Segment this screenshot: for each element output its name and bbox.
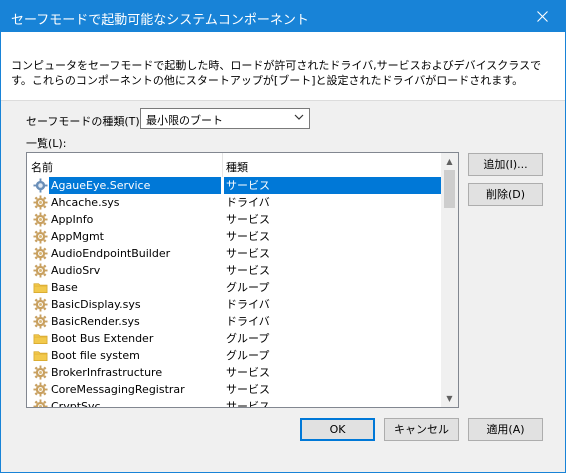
cancel-button[interactable]: キャンセル — [384, 418, 459, 441]
list-label: 一覧(L): — [26, 137, 67, 150]
component-type: サービス — [226, 400, 270, 407]
component-type: グループ — [226, 349, 270, 362]
folder-icon — [33, 280, 48, 295]
component-type: ドライバ — [226, 196, 270, 209]
component-type: サービス — [226, 366, 270, 379]
list-item[interactable]: Ahcache.sys ドライバ — [27, 194, 443, 211]
component-name: Base — [51, 281, 78, 294]
safe-mode-type-label: セーフモードの種類(T): — [26, 115, 144, 128]
component-listview[interactable]: 名前 種類 AgaueEye.Service サービス Ahcache.sys ドライ… — [26, 152, 459, 408]
component-name: AppInfo — [51, 213, 94, 226]
component-name: AgaueEye.Service — [49, 177, 221, 194]
folder-icon — [33, 331, 48, 346]
gear-icon — [33, 229, 48, 244]
list-item[interactable]: CoreMessagingRegistrar サービス — [27, 381, 443, 398]
scroll-down-arrow-icon[interactable]: ▼ — [441, 390, 458, 407]
list-item[interactable]: CryptSvc サービス — [27, 398, 443, 407]
component-type: サービス — [226, 383, 270, 396]
list-item[interactable]: BasicRender.sys ドライバ — [27, 313, 443, 330]
scroll-up-arrow-icon[interactable]: ▲ — [441, 153, 458, 170]
component-name: Boot file system — [51, 349, 140, 362]
close-button[interactable] — [519, 1, 565, 32]
scroll-thumb[interactable] — [444, 170, 455, 208]
component-name: BasicRender.sys — [51, 315, 140, 328]
component-name: BrokerInfrastructure — [51, 366, 163, 379]
gear-icon — [33, 314, 48, 329]
list-item[interactable]: Boot Bus Extender グループ — [27, 330, 443, 347]
folder-icon — [33, 348, 48, 363]
component-name: Ahcache.sys — [51, 196, 120, 209]
list-item[interactable]: BrokerInfrastructure サービス — [27, 364, 443, 381]
vertical-scrollbar[interactable]: ▲ ▼ — [441, 153, 458, 407]
component-type: サービス — [226, 213, 270, 226]
list-item[interactable]: AudioEndpointBuilder サービス — [27, 245, 443, 262]
description-text: コンピュータをセーフモードで起動した時、ロードが許可されたドライバ,サービスおよ… — [11, 59, 542, 87]
component-name: CoreMessagingRegistrar — [51, 383, 185, 396]
component-type: ドライバ — [226, 298, 270, 311]
list-item[interactable]: AppMgmt サービス — [27, 228, 443, 245]
column-header-type[interactable]: 種類 — [226, 159, 248, 175]
component-type: サービス — [226, 247, 270, 260]
component-name: BasicDisplay.sys — [51, 298, 141, 311]
component-name: CryptSvc — [51, 400, 101, 407]
list-item[interactable]: BasicDisplay.sys ドライバ — [27, 296, 443, 313]
component-name: AppMgmt — [51, 230, 104, 243]
close-icon — [536, 11, 548, 22]
component-type: グループ — [226, 332, 270, 345]
list-item[interactable]: Boot file system グループ — [27, 347, 443, 364]
dialog-window: セーフモードで起動可能なシステムコンポーネント コンピュータをセーフモードで起動… — [0, 0, 566, 473]
component-type: サービス — [226, 230, 270, 243]
list-item[interactable]: AudioSrv サービス — [27, 262, 443, 279]
gear-icon — [33, 365, 48, 380]
component-name: Boot Bus Extender — [51, 332, 154, 345]
gear-icon — [33, 195, 48, 210]
title-bar[interactable]: セーフモードで起動可能なシステムコンポーネント — [1, 1, 565, 32]
separator — [1, 100, 565, 101]
window-title: セーフモードで起動可能なシステムコンポーネント — [11, 13, 309, 28]
gear-icon — [33, 246, 48, 261]
chevron-down-icon — [294, 112, 304, 125]
safe-mode-type-dropdown[interactable]: 最小限のブート — [140, 108, 310, 129]
gear-icon — [33, 212, 48, 227]
list-rows: AgaueEye.Service サービス Ahcache.sys ドライバ AppIn… — [27, 177, 443, 407]
gear-icon — [33, 263, 48, 278]
component-type: サービス — [226, 264, 270, 277]
gear-icon — [33, 399, 48, 407]
gear-icon — [33, 382, 48, 397]
apply-button[interactable]: 適用(A) — [468, 418, 543, 441]
delete-button[interactable]: 削除(D) — [468, 183, 543, 206]
add-button[interactable]: 追加(I)... — [468, 153, 543, 176]
dropdown-value: 最小限のブート — [146, 114, 223, 127]
component-type: サービス — [224, 177, 443, 194]
column-header-name[interactable]: 名前 — [31, 159, 53, 175]
gear-icon — [33, 297, 48, 312]
component-type: ドライバ — [226, 315, 270, 328]
ok-button[interactable]: OK — [300, 418, 375, 441]
description-panel: コンピュータをセーフモードで起動した時、ロードが許可されたドライバ,サービスおよ… — [1, 32, 565, 100]
component-type: グループ — [226, 281, 270, 294]
component-name: AudioSrv — [51, 264, 101, 277]
column-divider[interactable] — [222, 153, 223, 177]
list-item[interactable]: AgaueEye.Service サービス — [27, 177, 443, 194]
list-item[interactable]: AppInfo サービス — [27, 211, 443, 228]
list-header: 名前 種類 — [27, 153, 443, 177]
gear-icon — [33, 178, 48, 193]
component-name: AudioEndpointBuilder — [51, 247, 171, 260]
list-item[interactable]: Base グループ — [27, 279, 443, 296]
